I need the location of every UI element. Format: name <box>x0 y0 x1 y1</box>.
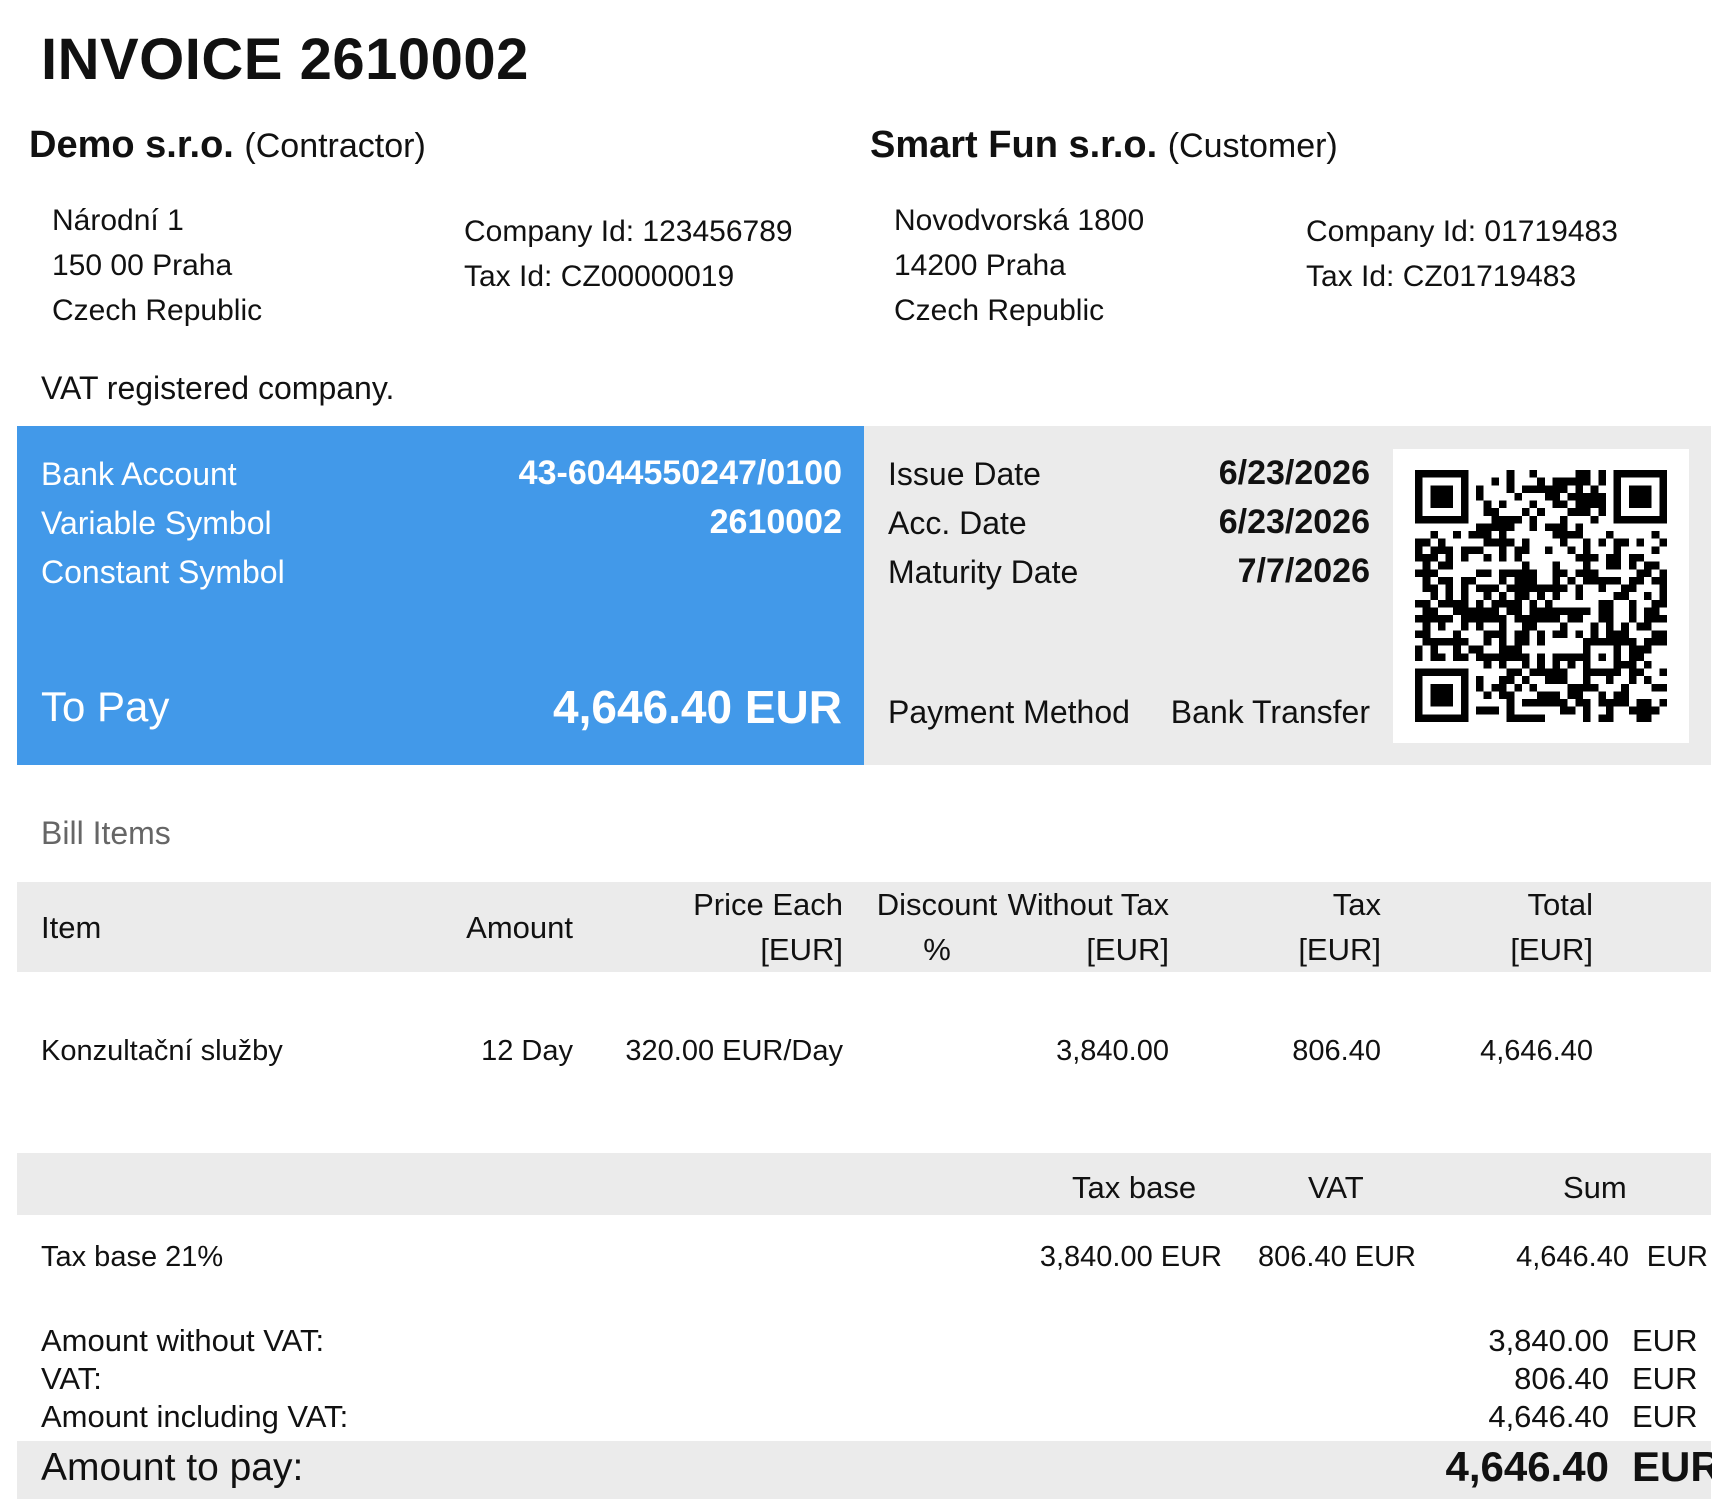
contractor-name: Demo s.r.o. <box>29 124 234 166</box>
sum-header: Sum <box>1563 1170 1627 1205</box>
sum-currency: EUR <box>1646 1241 1708 1273</box>
contractor-city: 150 00 Praha <box>52 249 233 282</box>
customer-address: Novodvorská 1800 14200 Praha Czech Repub… <box>894 198 1144 333</box>
row-amount: 12 Day <box>481 1035 573 1067</box>
contractor-tax-id: Tax Id: CZ00000019 <box>464 260 735 293</box>
row-price-each: 320.00 EUR/Day <box>625 1035 843 1067</box>
acc-date-label: Acc. Date <box>888 505 1027 541</box>
payment-method-value: Bank Transfer <box>1170 694 1370 730</box>
amount-including-vat-currency: EUR <box>1632 1399 1698 1434</box>
to-pay-label: To Pay <box>41 683 170 730</box>
col-price-each-header: Price Each [EUR] <box>693 882 843 972</box>
tax-summary-header <box>17 1153 1711 1215</box>
contractor-heading: Demo s.r.o. (Contractor) <box>29 124 426 167</box>
col-discount-line2: % <box>923 932 951 967</box>
amount-without-vat-label: Amount without VAT: <box>41 1323 325 1358</box>
customer-company-id: Company Id: 01719483 <box>1306 215 1618 248</box>
bill-items-title: Bill Items <box>41 815 171 851</box>
vat-header: VAT <box>1308 1170 1364 1205</box>
col-discount-header: Discount % <box>867 882 1007 972</box>
issue-date-value: 6/23/2026 <box>1218 454 1370 492</box>
col-without-tax-header: Without Tax [EUR] <box>1008 882 1169 972</box>
payment-method-label: Payment Method <box>888 694 1130 730</box>
customer-heading: Smart Fun s.r.o. (Customer) <box>870 124 1338 167</box>
amount-to-pay-currency: EUR <box>1632 1443 1712 1490</box>
row-without-tax: 3,840.00 <box>1056 1035 1169 1067</box>
invoice-title: INVOICE 2610002 <box>41 27 529 92</box>
col-price-each-line2: [EUR] <box>760 932 843 967</box>
vat-registered-note: VAT registered company. <box>41 370 395 406</box>
col-without-tax-line1: Without Tax <box>1007 887 1169 922</box>
amount-without-vat-value: 3,840.00 <box>1488 1323 1609 1358</box>
tax-base-value: 3,840.00 EUR <box>1039 1241 1222 1273</box>
qr-code-icon <box>1415 470 1667 722</box>
contractor-street: Národní 1 <box>52 204 184 237</box>
row-tax: 806.40 <box>1292 1035 1381 1067</box>
bank-account-label: Bank Account <box>41 456 237 492</box>
amount-to-pay-value: 4,646.40 <box>1445 1443 1610 1490</box>
vat-total-label: VAT: <box>41 1361 102 1396</box>
variable-symbol-value: 2610002 <box>709 503 842 541</box>
bill-items-header <box>17 882 1711 972</box>
customer-ids: Company Id: 01719483 Tax Id: CZ01719483 <box>1306 209 1618 299</box>
col-item-header: Item <box>41 910 102 945</box>
col-without-tax-line2: [EUR] <box>1086 932 1169 967</box>
amount-without-vat-currency: EUR <box>1632 1323 1698 1358</box>
maturity-date-label: Maturity Date <box>888 554 1079 590</box>
vat-total-value: 806.40 <box>1514 1361 1609 1396</box>
qr-code-box <box>1393 449 1689 743</box>
col-total-line2: [EUR] <box>1510 932 1593 967</box>
variable-symbol-label: Variable Symbol <box>41 505 272 541</box>
acc-date-value: 6/23/2026 <box>1218 503 1370 541</box>
col-tax-line2: [EUR] <box>1298 932 1381 967</box>
to-pay-value: 4,646.40 EUR <box>553 681 842 733</box>
customer-country: Czech Republic <box>894 294 1105 327</box>
col-total-line1: Total <box>1527 887 1593 922</box>
customer-name: Smart Fun s.r.o. <box>870 124 1158 166</box>
contractor-country: Czech Republic <box>52 294 263 327</box>
col-total-header: Total [EUR] <box>1510 882 1593 972</box>
col-amount-header: Amount <box>466 910 573 945</box>
amount-including-vat-label: Amount including VAT: <box>41 1399 349 1434</box>
issue-date-label: Issue Date <box>888 456 1041 492</box>
customer-city: 14200 Praha <box>894 249 1066 282</box>
maturity-date-value: 7/7/2026 <box>1237 552 1370 590</box>
sum-value: 4,646.40 <box>1516 1241 1629 1273</box>
contractor-company-id: Company Id: 123456789 <box>464 215 793 248</box>
amount-to-pay-label: Amount to pay: <box>41 1446 304 1489</box>
vat-value: 806.40 EUR <box>1258 1241 1416 1273</box>
col-discount-line1: Discount <box>876 887 998 922</box>
col-tax-line1: Tax <box>1332 887 1381 922</box>
contractor-ids: Company Id: 123456789 Tax Id: CZ00000019 <box>464 209 793 299</box>
constant-symbol-label: Constant Symbol <box>41 554 285 590</box>
row-total: 4,646.40 <box>1480 1035 1593 1067</box>
contractor-address: Národní 1 150 00 Praha Czech Republic <box>52 198 262 333</box>
customer-street: Novodvorská 1800 <box>894 204 1145 237</box>
customer-tax-id: Tax Id: CZ01719483 <box>1306 260 1577 293</box>
amount-including-vat-value: 4,646.40 <box>1488 1399 1609 1434</box>
bank-account-value: 43-6044550247/0100 <box>518 454 842 492</box>
contractor-role: (Contractor) <box>244 127 426 165</box>
tax-base-header: Tax base <box>1072 1170 1197 1205</box>
customer-role: (Customer) <box>1167 127 1338 165</box>
col-price-each-line1: Price Each <box>693 887 843 922</box>
row-item-name: Konzultační služby <box>41 1035 283 1067</box>
col-tax-header: Tax [EUR] <box>1298 882 1381 972</box>
vat-total-currency: EUR <box>1632 1361 1698 1396</box>
tax-rate-label: Tax base 21% <box>41 1241 224 1273</box>
